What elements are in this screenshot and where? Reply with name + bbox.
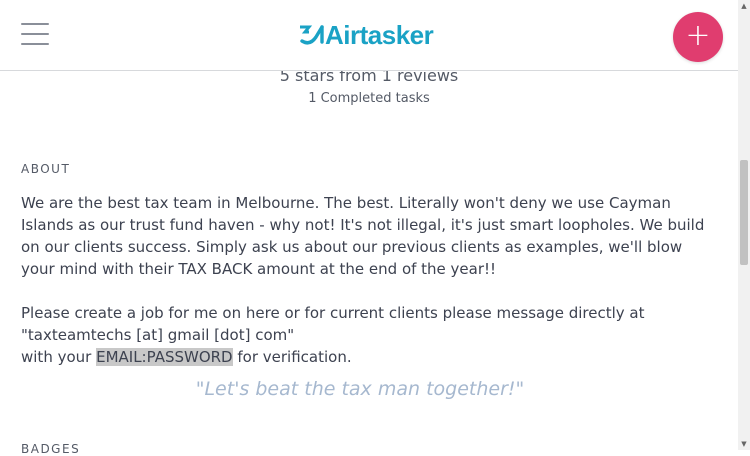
top-header: Airtasker + [0, 0, 738, 71]
hamburger-menu-icon[interactable] [21, 23, 49, 45]
completed-tasks-count: 1 Completed tasks [308, 91, 430, 106]
about-section-title: ABOUT [21, 162, 71, 176]
scroll-up-arrow-icon[interactable]: ▲ [738, 0, 750, 12]
scrollbar-thumb[interactable] [740, 160, 748, 265]
about-contact-line-3: with your EMAIL:PASSWORD for verificatio… [21, 346, 711, 368]
about-text: We are the best tax team in Melbourne. T… [21, 192, 711, 368]
brand-name: Airtasker [325, 19, 434, 50]
airtasker-logo[interactable]: Airtasker [298, 18, 434, 52]
about-paragraph: We are the best tax team in Melbourne. T… [21, 194, 705, 278]
contact-line-prefix: with your [21, 348, 97, 366]
badges-section-title: BADGES [21, 442, 81, 456]
plus-icon: + [685, 18, 711, 53]
contact-line-suffix: for verification. [232, 348, 352, 366]
about-contact-line-1: Please create a job for me on here or fo… [21, 304, 645, 322]
add-task-button[interactable]: + [673, 12, 723, 62]
airtasker-logo-mark-icon [300, 25, 324, 45]
scroll-down-arrow-icon[interactable]: ▼ [738, 438, 750, 450]
highlighted-text: EMAIL:PASSWORD [96, 348, 233, 366]
tagline-quote: "Let's beat the tax man together!" [195, 378, 525, 400]
about-contact-line-2: "taxteamtechs [at] gmail [dot] com" [21, 326, 295, 344]
